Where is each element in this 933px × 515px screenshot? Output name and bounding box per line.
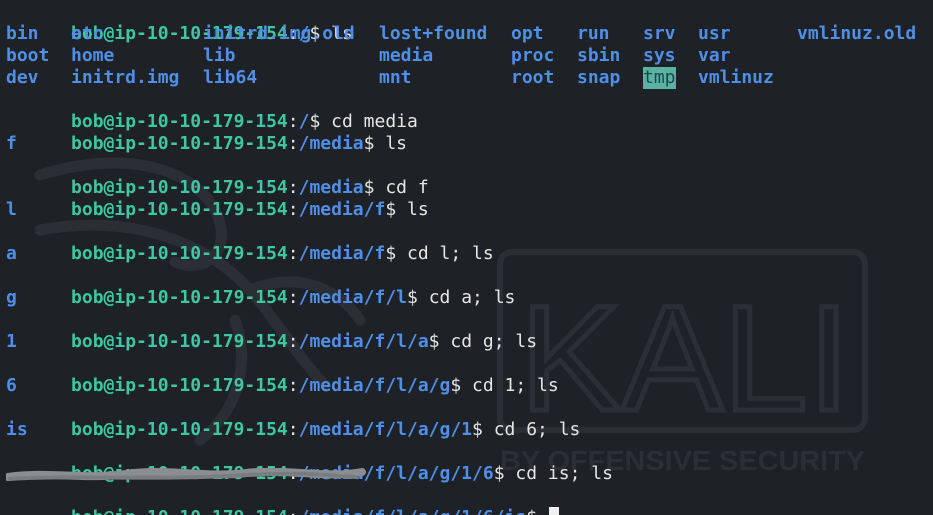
dir-entry: vmlinuz [698,67,774,88]
dir-entry: var [698,45,731,66]
dir-entry: root [511,67,555,88]
dir-entry: snap [577,67,621,88]
prompt-line: bob@ip-10-10-179-154:/$ ls [6,1,933,44]
prompt-user: bob@ip-10-10-179-154 [71,507,288,515]
dir-entry: proc [511,45,555,66]
dir-entry: a [6,243,17,264]
dir-entry: usr [698,23,731,44]
dir-entry: bin [6,23,39,44]
command-output: a [6,243,933,265]
dir-entry: home [71,45,115,66]
dir-entry: lib [203,45,236,66]
dir-entry: srv [643,23,676,44]
prompt-path: /media/f/l/a/g/1/6/is [299,507,527,515]
prompt-line: bob@ip-10-10-179-154:/media/f/l/a/g$ cd … [6,353,933,396]
dir-entry: vmlinuz.old [797,23,917,44]
prompt-line: bob@ip-10-10-179-154:/media$ ls [6,111,933,154]
dir-entry: f [6,133,17,154]
dir-entry: l [6,199,17,220]
terminal-output: bob@ip-10-10-179-154:/$ ls bin etc initr… [6,1,933,515]
dir-entry: 1 [6,331,17,352]
dir-entry: boot [6,45,50,66]
dir-entry: is [6,419,28,440]
dir-entry: sys [643,45,676,66]
dir-entry: lost+found [379,23,488,44]
active-prompt-line[interactable]: bob@ip-10-10-179-154:/media/f/l/a/g/1/6/… [6,485,933,515]
prompt-line: bob@ip-10-10-179-154:/media/f/l/a/g/1$ c… [6,397,933,440]
dir-entry: mnt [379,67,412,88]
dir-entry: g [6,287,17,308]
dir-entry: sbin [577,45,621,66]
ls-row: boot home lib media proc sbin sys var [6,45,933,67]
redacted-output [6,463,933,485]
dir-entry: dev [6,67,39,88]
text-cursor[interactable] [548,507,559,515]
ls-row: bin etc initrd.img.old lost+found opt ru… [6,23,933,45]
dir-entry: etc [71,23,104,44]
command-output: 1 [6,331,933,353]
command-output: g [6,287,933,309]
dir-entry: initrd.img.old [203,23,355,44]
dir-entry: lib64 [203,67,258,88]
prompt-line: bob@ip-10-10-179-154:/media/f$ cd l; ls [6,221,933,264]
command-output: 6 [6,375,933,397]
prompt-line: bob@ip-10-10-179-154:/$ cd media [6,89,933,132]
prompt-dollar: $ [526,507,537,515]
command-output: is [6,419,933,441]
prompt-line: bob@ip-10-10-179-154:/media/f/l/a$ cd g;… [6,309,933,352]
dir-entry: initrd.img [71,67,180,88]
ls-row: dev initrd.img lib64 mnt root snap tmp v… [6,67,933,89]
dir-entry: run [577,23,610,44]
terminal-window[interactable]: KALI BY OFFENSIVE SECURITY bob@ip-10-10-… [0,0,933,515]
dir-entry: 6 [6,375,17,396]
command-output: f [6,133,933,155]
dir-entry: media [379,45,434,66]
prompt-line: bob@ip-10-10-179-154:/media/f/l$ cd a; l… [6,265,933,308]
command-output: l [6,199,933,221]
prompt-line: bob@ip-10-10-179-154:/media/f/l/a/g/1/6$… [6,441,933,484]
prompt-line: bob@ip-10-10-179-154:/media/f$ ls [6,177,933,220]
redaction-scribble [6,468,366,481]
dir-entry: opt [511,23,544,44]
prompt-separator: : [288,507,299,515]
dir-entry-highlighted: tmp [643,67,676,89]
prompt-line: bob@ip-10-10-179-154:/media$ cd f [6,155,933,198]
